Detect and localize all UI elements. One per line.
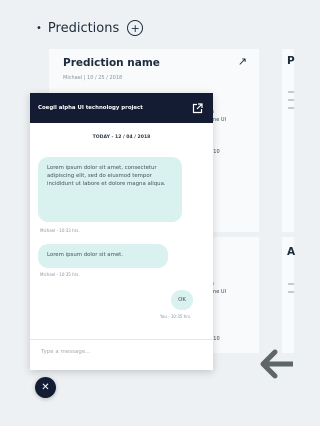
message-meta: Michael - 10:35 hrs. — [40, 272, 80, 277]
chat-title: Coegil alpha UI technology project — [38, 105, 143, 111]
close-icon: ✕ — [41, 382, 50, 393]
incoming-message: Lorem ipsum dolor sit amet, consectetur … — [38, 157, 182, 222]
section-title: Predictions — [47, 20, 120, 36]
partial-card-line — [288, 91, 294, 93]
predictions-header: • Predictions + — [36, 20, 144, 36]
card-title: Prediction name — [63, 57, 160, 69]
add-prediction-button[interactable]: + — [127, 20, 144, 36]
message-meta: Michael - 10:33 hrs. — [40, 228, 80, 233]
card-meta: Michael | 10 / 25 / 2018 — [63, 75, 123, 81]
bullet-icon: • — [36, 22, 42, 34]
close-chat-button[interactable]: ✕ — [35, 377, 56, 398]
chat-header: Coegil alpha UI technology project — [30, 93, 213, 123]
trend-up-icon: ↗ — [237, 55, 247, 68]
message-composer — [30, 339, 213, 370]
partial-card-line — [288, 107, 294, 109]
partial-card-title: P — [287, 55, 295, 67]
chat-panel: Coegil alpha UI technology project TODAY… — [30, 93, 213, 370]
partial-card-title: A — [287, 246, 296, 258]
incoming-message: Lorem ipsum dolor sit amet. — [38, 244, 168, 268]
message-meta: You - 10:35 hrs. — [160, 314, 192, 319]
outgoing-message: OK — [171, 290, 193, 310]
prediction-card-partial[interactable] — [282, 49, 294, 232]
partial-card-line — [288, 99, 294, 101]
chat-date-label: TODAY - 12 / 04 / 2018 — [92, 135, 151, 140]
partial-card-line — [288, 291, 294, 293]
partial-card-line — [288, 283, 294, 285]
arrow-left-icon[interactable] — [255, 347, 293, 381]
external-link-icon[interactable] — [192, 102, 203, 114]
message-input[interactable] — [39, 348, 193, 356]
